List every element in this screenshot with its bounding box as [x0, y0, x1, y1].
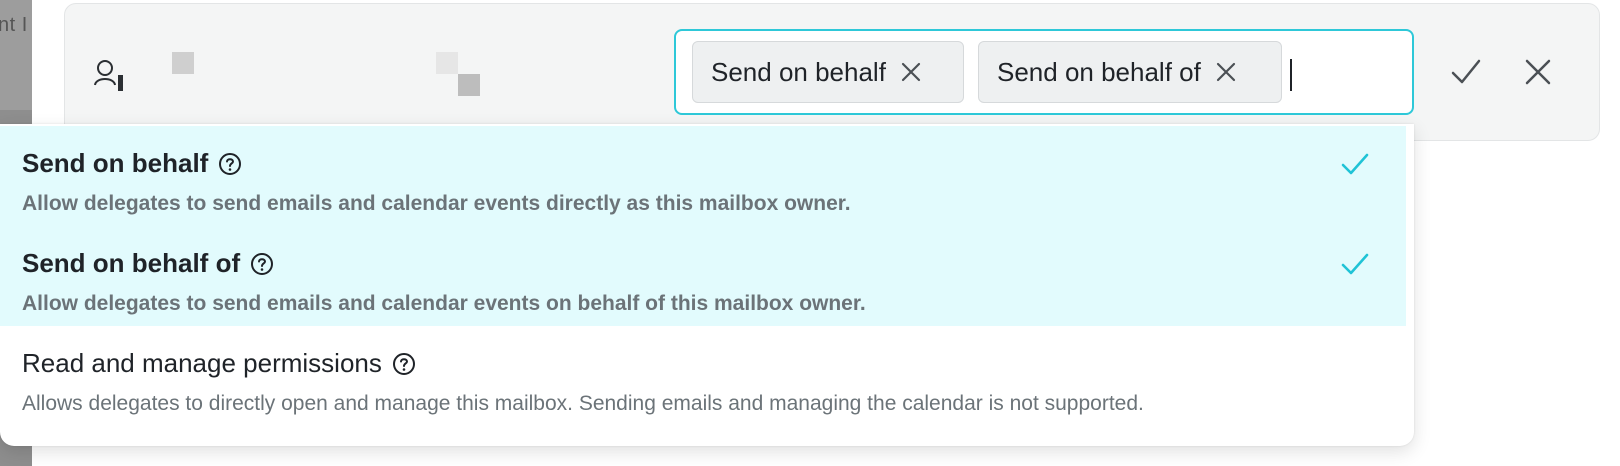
tag-chip-label: Send on behalf of — [997, 56, 1201, 87]
option-title: Send on behalf — [22, 148, 209, 178]
option-read-and-manage[interactable]: Read and manage permissions Allows deleg… — [0, 326, 1406, 426]
background-page-text: nt I — [0, 14, 28, 36]
option-description: Allows delegates to directly open and ma… — [22, 392, 1144, 415]
checkmark-icon — [1341, 153, 1369, 175]
option-send-on-behalf[interactable]: Send on behalf Allow delegates to send e… — [0, 126, 1406, 226]
close-icon[interactable] — [898, 59, 924, 85]
option-description: Allow delegates to send emails and calen… — [22, 292, 866, 315]
option-send-on-behalf-of[interactable]: Send on behalf of Allow delegates to sen… — [0, 226, 1406, 326]
user-icon — [94, 60, 123, 91]
help-icon[interactable] — [250, 252, 274, 276]
permissions-dropdown: Send on behalf Allow delegates to send e… — [0, 124, 1414, 446]
option-description: Allow delegates to send emails and calen… — [22, 192, 851, 215]
option-title: Read and manage permissions — [22, 348, 382, 378]
redacted-name — [172, 52, 194, 74]
close-icon[interactable] — [1213, 59, 1239, 85]
text-caret — [1290, 59, 1292, 91]
cancel-button[interactable] — [1518, 52, 1558, 92]
checkmark-icon — [1451, 59, 1481, 84]
checkmark-icon — [1341, 253, 1369, 275]
tag-chip: Send on behalf — [692, 41, 964, 103]
help-icon[interactable] — [218, 152, 242, 176]
redacted-detail — [458, 74, 480, 96]
tag-chip-label: Send on behalf — [711, 56, 886, 87]
close-icon — [1525, 59, 1551, 85]
confirm-button[interactable] — [1446, 52, 1486, 92]
permissions-tag-input[interactable]: Send on behalf Send on behalf of — [674, 29, 1414, 115]
option-title: Send on behalf of — [22, 248, 241, 278]
redacted-detail — [436, 52, 458, 74]
tag-chip: Send on behalf of — [978, 41, 1282, 103]
help-icon[interactable] — [392, 352, 416, 376]
